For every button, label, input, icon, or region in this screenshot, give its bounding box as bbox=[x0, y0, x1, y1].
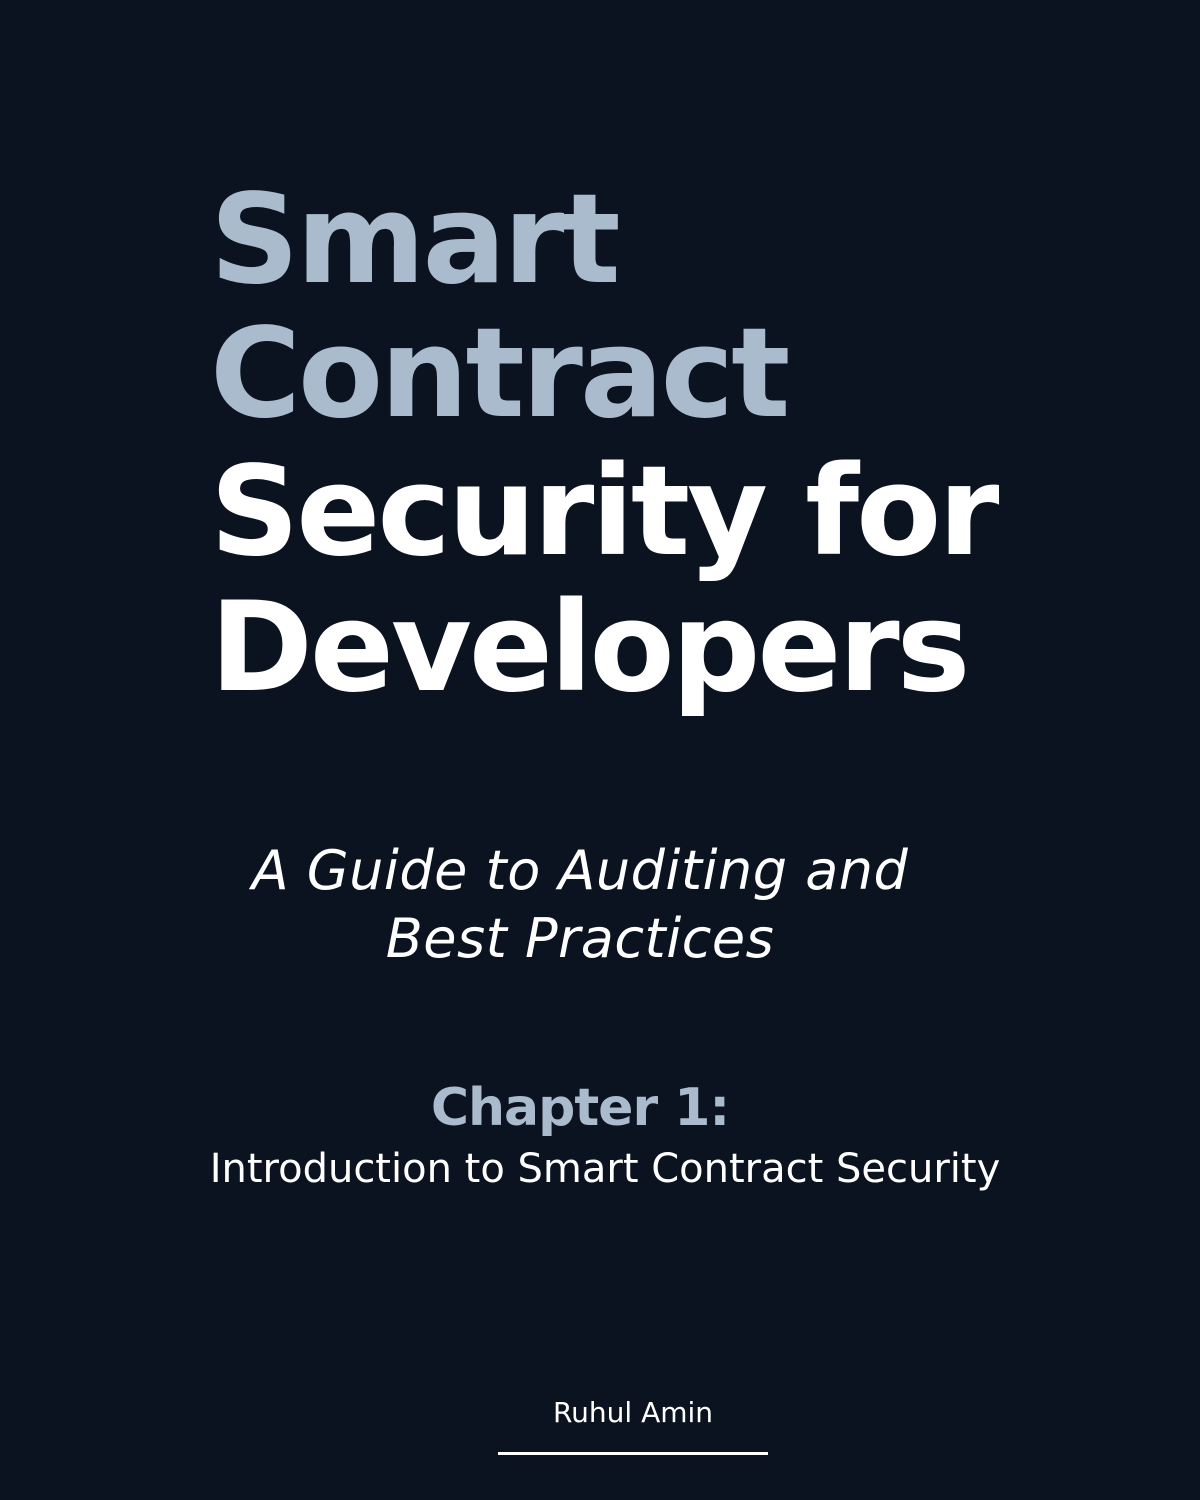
title-line-4: Developers bbox=[210, 576, 970, 720]
subtitle-line-2: Best Practices bbox=[385, 907, 775, 970]
author-underline bbox=[498, 1452, 768, 1455]
chapter-title: Introduction to Smart Contract Security bbox=[209, 1146, 1001, 1192]
title-line-3: Security for bbox=[210, 440, 999, 584]
title-line-2: Contract bbox=[210, 302, 790, 446]
book-cover: Smart Contract Security for Developers A… bbox=[0, 0, 1200, 1500]
subtitle-line-1: A Guide to Auditing and bbox=[251, 839, 909, 902]
chapter-number: Chapter 1: bbox=[430, 1078, 730, 1138]
title-line-1: Smart bbox=[210, 168, 621, 312]
author-name: Ruhul Amin bbox=[552, 1396, 714, 1429]
